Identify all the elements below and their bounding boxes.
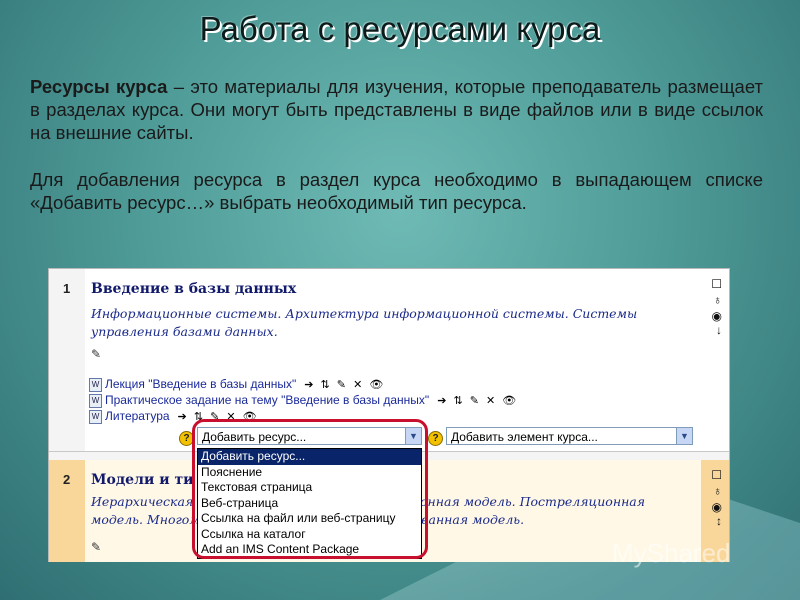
checkbox-icon[interactable]: ☐ bbox=[711, 468, 722, 482]
resize-vertical-icon[interactable]: ↕ bbox=[716, 514, 722, 528]
document-icon: W bbox=[89, 393, 102, 408]
highlight-ring bbox=[192, 419, 428, 559]
resource-link[interactable]: Лекция "Введение в базы данных" bbox=[105, 377, 296, 391]
edit-summary-icon[interactable]: ✎ bbox=[91, 347, 101, 361]
section-heading: Введение в базы данных bbox=[91, 281, 297, 297]
instruction-paragraph: Для добавления ресурса в раздел курса не… bbox=[30, 169, 763, 213]
slide-title: Работа с ресурсами курса bbox=[199, 10, 601, 47]
section-description: Информационные системы. Архитектура инфо… bbox=[91, 306, 638, 339]
section-controls: ☐ ♁ ◉ ↓ bbox=[701, 269, 729, 451]
intro-term: Ресурсы курса bbox=[30, 76, 168, 97]
resource-item[interactable]: W Лекция "Введение в базы данных" ➔ ⇅ ✎ ✕ … bbox=[89, 377, 385, 392]
help-icon[interactable]: ? bbox=[428, 431, 443, 446]
eye-icon[interactable]: ◉ bbox=[712, 309, 722, 323]
document-icon: W bbox=[89, 377, 102, 392]
arrow-down-icon[interactable]: ↓ bbox=[716, 323, 722, 337]
lightbulb-icon[interactable]: ♁ bbox=[713, 484, 722, 498]
resource-link[interactable]: Литература bbox=[105, 409, 170, 423]
add-activity-select[interactable]: Добавить элемент курса... ▼ bbox=[446, 427, 693, 445]
resource-tools-icons[interactable]: ➔ ⇅ ✎ ✕ 👁 bbox=[304, 379, 385, 391]
section-number: 2 bbox=[49, 460, 85, 562]
edit-summary-icon[interactable]: ✎ bbox=[91, 540, 101, 554]
resource-item[interactable]: W Практическое задание на тему "Введение … bbox=[89, 393, 518, 408]
eye-icon[interactable]: ◉ bbox=[712, 500, 722, 514]
chevron-down-icon[interactable]: ▼ bbox=[676, 428, 692, 444]
section-heading: Модели и ти bbox=[91, 472, 194, 488]
intro-paragraph: Ресурсы курса – это материалы для изучен… bbox=[30, 75, 763, 144]
resource-tools-icons[interactable]: ➔ ⇅ ✎ ✕ 👁 bbox=[437, 395, 518, 407]
section-number: 1 bbox=[49, 269, 85, 451]
watermark: MyShared bbox=[612, 538, 731, 568]
resource-link[interactable]: Практическое задание на тему "Введение в… bbox=[105, 393, 429, 407]
document-icon: W bbox=[89, 409, 102, 424]
checkbox-icon[interactable]: ☐ bbox=[711, 277, 722, 291]
lightbulb-icon[interactable]: ♁ bbox=[713, 293, 722, 307]
